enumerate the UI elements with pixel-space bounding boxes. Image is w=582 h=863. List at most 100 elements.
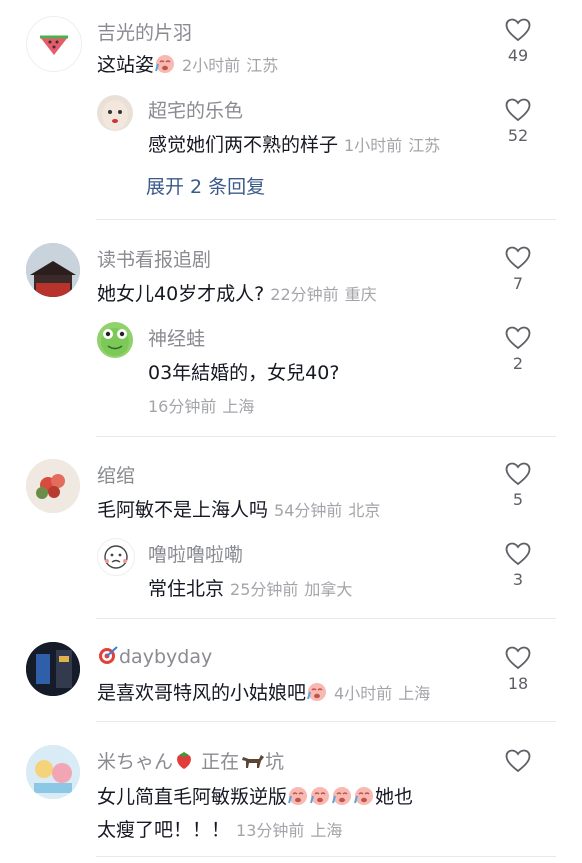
like-count: 2	[512, 354, 524, 373]
flower-icon	[26, 459, 80, 513]
comment-text: 感觉她们两不熟的样子 1小时前 江苏	[148, 130, 440, 157]
location: 上海	[222, 397, 255, 416]
comment-text: 常住北京 25分钟前 加拿大	[148, 574, 352, 601]
comment-body: 是喜欢哥特风的小姑娘吧	[97, 682, 307, 704]
location: 北京	[348, 501, 381, 520]
timestamp: 16分钟前	[148, 397, 217, 416]
like-count: 5	[512, 490, 524, 509]
crying-face-emoji	[353, 784, 375, 811]
comment-body: 太瘦了吧！！！	[97, 819, 231, 841]
timestamp: 4小时前	[334, 684, 393, 703]
comment-text: 她女儿40岁才成人? 22分钟前 重庆	[97, 279, 377, 306]
like-button[interactable]: 7	[493, 246, 543, 293]
divider	[96, 618, 556, 619]
timestamp: 13分钟前	[236, 821, 305, 840]
timestamp: 25分钟前	[230, 580, 299, 599]
location: 上海	[310, 821, 343, 840]
face-icon	[102, 100, 128, 130]
username-part: 米ちゃん	[97, 751, 174, 773]
like-button[interactable]: 2	[493, 326, 543, 373]
watermelon-icon	[40, 35, 68, 55]
like-button[interactable]: 5	[493, 462, 543, 509]
like-button[interactable]: 3	[493, 542, 543, 589]
comment-body: 感觉她们两不熟的样子	[148, 134, 339, 156]
username[interactable]: 读书看报追剧	[97, 245, 211, 272]
heart-outline-icon	[505, 646, 531, 670]
avatar[interactable]	[26, 745, 80, 799]
location: 重庆	[344, 285, 377, 304]
comment-body: 常住北京	[148, 578, 225, 600]
avatar[interactable]	[26, 459, 80, 513]
comment-body: 她女儿40岁才成人?	[97, 283, 265, 305]
comment-text: 03年結婚的，女兒40?	[148, 362, 340, 384]
divider	[96, 436, 556, 437]
divider	[96, 721, 556, 722]
comment-text: 毛阿敏不是上海人吗 54分钟前 北京	[97, 495, 380, 522]
heart-outline-icon	[505, 542, 531, 566]
crying-face-emoji	[306, 680, 328, 707]
username[interactable]: 绾绾	[97, 461, 135, 488]
divider	[96, 856, 556, 857]
avatar[interactable]	[97, 95, 133, 131]
like-count: 18	[507, 674, 529, 693]
username[interactable]: 噜啦噜啦嘞	[148, 540, 243, 567]
avatar[interactable]	[97, 322, 133, 358]
like-button[interactable]: 49	[493, 18, 543, 65]
expand-replies-button[interactable]: 展开 2 条回复	[146, 172, 265, 199]
like-button[interactable]: 18	[493, 646, 543, 693]
like-button[interactable]: 52	[493, 98, 543, 145]
username[interactable]: 米ちゃん 正在 坑	[97, 747, 284, 776]
avatar[interactable]	[26, 243, 80, 297]
comment-text: 是喜欢哥特风的小姑娘吧 4小时前 上海	[97, 678, 430, 707]
like-count: 49	[507, 46, 529, 65]
comment-text: 这站姿 2小时前 江苏	[97, 50, 278, 79]
like-count: 3	[512, 570, 524, 589]
location: 江苏	[408, 136, 441, 155]
heart-outline-icon	[505, 98, 531, 122]
timestamp: 1小时前	[344, 136, 403, 155]
crying-face-emoji	[331, 784, 353, 811]
heart-outline-icon	[505, 462, 531, 486]
comment-body: 毛阿敏不是上海人吗	[97, 499, 269, 521]
timestamp: 54分钟前	[274, 501, 343, 520]
username[interactable]: 超宅的乐色	[148, 96, 243, 123]
comment-text: 女儿简直毛阿敏叛逆版 她也	[97, 782, 413, 811]
username-part: 正在	[201, 751, 240, 773]
like-count: 7	[512, 274, 524, 293]
heart-outline-icon	[505, 18, 531, 42]
comment-body: 这站姿	[97, 54, 155, 76]
comment-body: 她也	[375, 786, 414, 808]
dart-target-icon	[97, 644, 119, 671]
timestamp: 22分钟前	[270, 285, 339, 304]
timestamp: 2小时前	[182, 56, 241, 75]
avatar[interactable]	[26, 642, 80, 696]
frog-icon	[101, 328, 129, 356]
dog-icon	[239, 749, 265, 776]
building-icon	[26, 243, 80, 297]
sketch-face-icon	[104, 545, 128, 569]
night-scene-icon	[26, 642, 80, 696]
heart-outline-icon	[505, 749, 531, 773]
comment-text-line2: 太瘦了吧！！！ 13分钟前 上海	[97, 815, 342, 842]
location: 江苏	[246, 56, 279, 75]
username-part: 坑	[265, 751, 285, 773]
crying-face-emoji	[287, 784, 309, 811]
username[interactable]: daybyday	[97, 644, 212, 671]
like-button[interactable]	[493, 749, 543, 773]
crying-face-emoji	[309, 784, 331, 811]
avatar[interactable]	[26, 16, 82, 72]
like-count: 52	[507, 126, 529, 145]
username-label: daybyday	[119, 646, 213, 668]
divider	[96, 219, 556, 220]
heart-outline-icon	[505, 246, 531, 270]
heart-outline-icon	[505, 326, 531, 350]
cartoon-scene-icon	[26, 745, 80, 799]
crying-face-emoji	[154, 52, 176, 79]
comment-body: 女儿简直毛阿敏叛逆版	[97, 786, 288, 808]
location: 上海	[398, 684, 431, 703]
username[interactable]: 神经蛙	[148, 324, 205, 351]
username[interactable]: 吉光的片羽	[97, 18, 192, 45]
strawberry-icon	[173, 749, 195, 776]
avatar[interactable]	[97, 538, 135, 576]
location: 加拿大	[304, 580, 353, 599]
